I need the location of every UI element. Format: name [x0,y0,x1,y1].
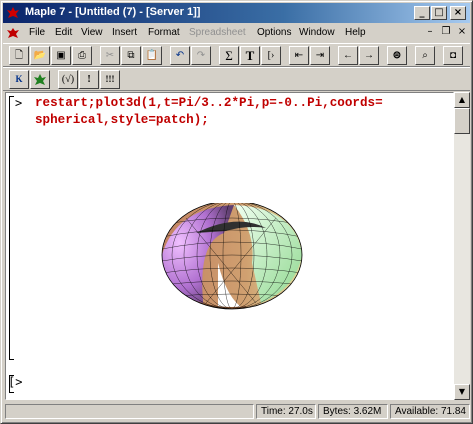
child-close-button[interactable]: × [455,26,469,39]
menu-file[interactable]: File [29,27,45,38]
text-input-icon[interactable]: T [240,46,260,65]
close-button[interactable]: × [450,6,466,20]
copy-icon[interactable]: ⧉ [121,46,141,65]
maple-leaf-icon [7,7,19,18]
forward-arrow-icon[interactable]: → [359,46,379,65]
redo-icon[interactable]: ↷ [191,46,211,65]
input-prompt: > [15,96,23,110]
scroll-up-icon[interactable]: ▲ [454,92,470,108]
open-file-icon[interactable]: 📂 [30,46,50,65]
menu-window[interactable]: Window [299,27,335,38]
scroll-thumb[interactable] [454,108,470,134]
outdent-icon[interactable]: ⇤ [289,46,309,65]
status-bytes: Bytes: 3.62M [318,404,388,419]
context-help-icon[interactable]: ◘ [443,46,463,65]
worksheet[interactable]: > restart;plot3d(1,t=Pi/3..2*Pi,p=-0..Pi… [5,92,454,400]
menu-spreadsheet: Spreadsheet [189,27,246,38]
status-time: Time: 27.0s [256,404,316,419]
undo-icon[interactable]: ↶ [170,46,190,65]
main-toolbar: 🗋 📂 ▣ ⎙ ✂ ⧉ 📋 ↶ ↷ Σ T [› ⇤ ⇥ ← → ⊜ ⌕ ◘ [3,43,470,67]
execution-group-icon[interactable]: [› [261,46,281,65]
zoom-icon[interactable]: ⌕ [415,46,435,65]
maximize-button[interactable]: □ [431,6,447,20]
status-message [5,404,254,419]
maple-leaf-icon [34,74,46,85]
context-toolbar: K (√) ! !!! [3,67,470,91]
vertical-scrollbar[interactable]: ▲ ▼ [454,92,470,400]
sqrt-button[interactable]: (√) [58,70,78,89]
plot3d-output[interactable] [156,203,306,313]
child-restore-button[interactable]: ❐ [439,26,453,39]
child-minimize-button[interactable]: – [423,26,437,39]
cut-icon[interactable]: ✂ [100,46,120,65]
maple-leaf-button[interactable] [30,70,50,89]
print-icon[interactable]: ⎙ [72,46,92,65]
indent-icon[interactable]: ⇥ [310,46,330,65]
back-arrow-icon[interactable]: ← [338,46,358,65]
k-button[interactable]: K [9,70,29,89]
menu-insert[interactable]: Insert [112,27,137,38]
document-icon[interactable] [7,27,20,39]
command-line-1[interactable]: restart;plot3d(1,t=Pi/3..2*Pi,p=-0..Pi,c… [35,95,383,112]
new-file-icon[interactable]: 🗋 [9,46,29,65]
menu-edit[interactable]: Edit [55,27,72,38]
save-icon[interactable]: ▣ [51,46,71,65]
menu-help[interactable]: Help [345,27,366,38]
exclamation-button[interactable]: ! [79,70,99,89]
execution-group-bracket[interactable] [9,96,14,360]
stop-icon[interactable]: ⊜ [387,46,407,65]
minimize-button[interactable]: _ [414,6,430,20]
triple-exclamation-button[interactable]: !!! [100,70,120,89]
status-available: Available: 71.84 [390,404,470,419]
sigma-math-input-icon[interactable]: Σ [219,46,239,65]
scroll-down-icon[interactable]: ▼ [454,384,470,400]
menu-view[interactable]: View [81,27,103,38]
paste-icon[interactable]: 📋 [142,46,162,65]
menu-format[interactable]: Format [148,27,180,38]
window-title: Maple 7 - [Untitled (7) - [Server 1]] [25,6,201,18]
empty-prompt[interactable]: [> [8,375,22,389]
title-bar[interactable]: Maple 7 - [Untitled (7) - [Server 1]] _ … [3,3,470,23]
command-line-2[interactable]: spherical,style=patch); [35,112,209,129]
maple-window: Maple 7 - [Untitled (7) - [Server 1]] _ … [0,0,473,424]
status-bar: Time: 27.0s Bytes: 3.62M Available: 71.8… [3,402,470,421]
menu-options[interactable]: Options [257,27,291,38]
menu-bar: File Edit View Insert Format Spreadsheet… [3,24,470,42]
